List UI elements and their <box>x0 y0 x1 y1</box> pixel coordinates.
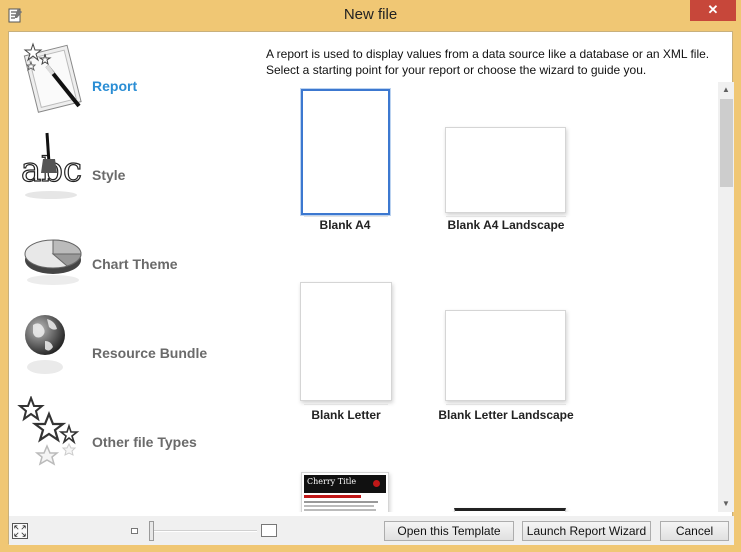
template-thumbnail[interactable] <box>301 89 390 215</box>
category-label: Style <box>92 167 126 183</box>
category-chart-theme[interactable]: Chart Theme <box>9 210 249 299</box>
cancel-button[interactable]: Cancel <box>660 521 729 541</box>
globe-icon <box>25 315 65 374</box>
template-thumbnail[interactable] <box>445 310 566 401</box>
close-button[interactable]: ✕ <box>690 0 736 21</box>
report-wand-icon <box>23 42 82 113</box>
style-abc-brush-icon: abc <box>20 132 83 199</box>
category-label: Other file Types <box>92 434 197 450</box>
template-label: Blank Letter Landscape <box>438 408 574 422</box>
dialog-window: New file ✕ Report abc <box>0 0 741 552</box>
open-template-button[interactable]: Open this Template <box>384 521 514 541</box>
category-style[interactable]: abc Style <box>9 121 249 210</box>
launch-wizard-button[interactable]: Launch Report Wizard <box>522 521 651 541</box>
cherry-title-text: Cherry Title <box>307 477 357 486</box>
pie-chart-icon <box>24 239 82 285</box>
scrollbar-thumb[interactable] <box>720 99 733 187</box>
zoom-in-icon[interactable] <box>261 524 277 537</box>
template-thumbnail[interactable] <box>300 282 392 401</box>
category-label: Report <box>92 78 138 94</box>
category-report[interactable]: Report <box>9 32 249 121</box>
category-resource-bundle[interactable]: Resource Bundle <box>9 299 249 388</box>
window-title: New file <box>343 6 398 23</box>
title-bar[interactable]: New file ✕ <box>0 0 741 31</box>
category-label: Resource Bundle <box>92 345 208 361</box>
template-thumbnail[interactable]: Cherry Title <box>301 472 389 512</box>
zoom-out-icon[interactable] <box>131 528 138 534</box>
cherry-icon <box>373 480 380 487</box>
fit-to-window-icon[interactable] <box>12 523 28 539</box>
gallery-scrollbar[interactable]: ▲ ▼ <box>718 82 734 512</box>
template-label: Blank Letter <box>311 408 381 422</box>
description-line: A report is used to display values from … <box>266 47 710 61</box>
scroll-up-icon[interactable]: ▲ <box>718 82 734 98</box>
scroll-down-icon[interactable]: ▼ <box>718 496 734 512</box>
zoom-slider-handle[interactable] <box>149 521 154 541</box>
template-thumbnail[interactable] <box>454 508 566 512</box>
template-gallery: Blank A4 Blank A4 Landscape Blank Letter… <box>266 82 716 512</box>
cherry-header: Cherry Title <box>304 475 386 493</box>
dialog-content: Report abc Style Chart Theme <box>8 31 734 545</box>
template-label: Blank A4 <box>319 218 371 232</box>
template-label: Blank A4 Landscape <box>447 218 565 232</box>
category-label: Chart Theme <box>92 256 178 272</box>
footer-bar: Open this Template Launch Report Wizard … <box>9 516 734 545</box>
description-line: Select a starting point for your report … <box>266 63 647 77</box>
template-thumbnail[interactable] <box>445 127 566 213</box>
zoom-slider-track[interactable] <box>149 530 257 532</box>
report-description: A report is used to display values from … <box>266 46 726 78</box>
stars-icon <box>17 396 80 466</box>
category-other-file-types[interactable]: Other file Types <box>9 388 249 477</box>
